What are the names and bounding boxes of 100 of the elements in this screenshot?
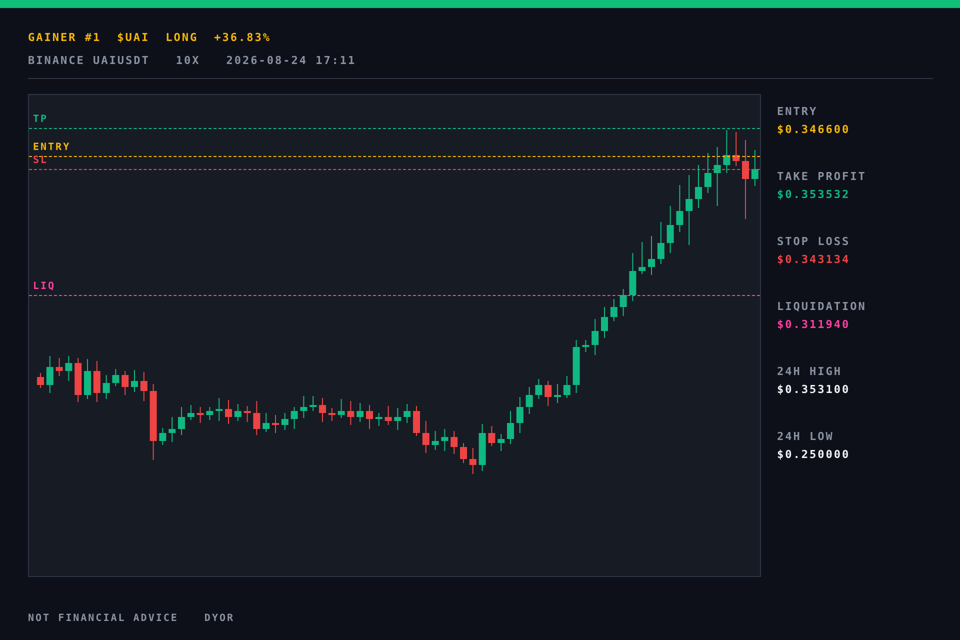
candlestick [84, 358, 91, 400]
headline-text: +36.83% [214, 30, 271, 46]
candlestick [37, 372, 44, 388]
candlestick [535, 378, 542, 400]
candlestick [657, 222, 664, 264]
candlestick [563, 376, 570, 398]
candlestick [281, 412, 288, 430]
candlestick [290, 406, 298, 430]
candlestick [544, 380, 552, 406]
candlestick [404, 404, 411, 424]
level-label: ENTRY [33, 143, 71, 153]
candlestick [93, 360, 100, 402]
candlestick [178, 406, 185, 436]
candlestick [450, 430, 458, 454]
candlestick [620, 288, 627, 316]
candlestick [384, 406, 392, 426]
stat-value: $0.250000 [777, 449, 852, 460]
candlestick [460, 442, 467, 464]
candlestick [413, 406, 420, 436]
subline-text: 10X [176, 52, 200, 68]
candlestick [422, 420, 430, 454]
stat-value: $0.346600 [777, 124, 852, 135]
subline-text: BINANCE UAIUSDT [28, 52, 150, 68]
candlestick [234, 404, 242, 422]
candlestick [610, 298, 618, 322]
level-label: SL [33, 156, 48, 166]
candlestick [159, 428, 166, 446]
candlestick [592, 318, 599, 356]
candlestick [216, 398, 223, 422]
candlestick [56, 358, 63, 376]
candlestick [526, 386, 533, 414]
candlestick [469, 448, 476, 474]
candlestick [122, 370, 129, 396]
candlestick [375, 412, 382, 426]
candlestick [244, 406, 251, 422]
candlestick [686, 174, 693, 246]
candlestick [498, 434, 505, 452]
candlestick [601, 306, 608, 338]
candlestick [666, 206, 674, 254]
candlestick [347, 400, 354, 426]
candlestick [554, 384, 561, 404]
candlestick [140, 372, 148, 402]
candlestick [629, 252, 636, 302]
footer-text: NOT FINANCIAL ADVICE [28, 612, 178, 626]
stat-label: LIQUIDATION [777, 301, 866, 312]
footer-text: DYOR [204, 612, 235, 626]
candlestick [695, 164, 702, 208]
candlestick [394, 408, 402, 430]
stat-value: $0.311940 [777, 319, 852, 330]
candlestick [262, 412, 270, 432]
candlestick [714, 146, 721, 206]
candlestick [751, 150, 758, 186]
candlestick [310, 396, 317, 412]
subline-text: 2026-08-24 17:11 [226, 52, 356, 68]
candlestick [131, 370, 138, 392]
candlestick [253, 400, 260, 436]
candlestick [338, 398, 345, 418]
candlestick [648, 236, 655, 276]
candlestick [206, 406, 214, 420]
headline-text: GAINER #1 [28, 30, 102, 46]
candlestick [168, 416, 176, 442]
candlestick [704, 152, 712, 194]
candlestick [272, 414, 279, 434]
headline-text: $UAI [117, 30, 150, 46]
candlestick [582, 340, 590, 352]
stat-value: $0.353532 [777, 189, 852, 200]
candlestick [638, 242, 646, 274]
candlestick [507, 410, 514, 444]
candlestick [732, 132, 740, 166]
candlestick [432, 430, 439, 450]
candlestick [366, 404, 373, 430]
candlestick [723, 130, 730, 174]
level-label: LIQ [33, 282, 56, 292]
level-label: TP [33, 115, 48, 125]
candlestick [196, 406, 204, 424]
candlestick [356, 402, 364, 422]
stat-label: 24H HIGH [777, 366, 843, 377]
candlestick [478, 424, 486, 472]
stat-value: $0.343134 [777, 254, 852, 265]
headline-text: LONG [166, 30, 198, 46]
stat-label: ENTRY [777, 106, 819, 117]
candlestick [516, 396, 524, 434]
candlestick [328, 408, 336, 422]
stat-label: 24H LOW [777, 431, 835, 442]
candlestick [46, 356, 54, 394]
stat-label: STOP LOSS [777, 236, 852, 247]
candlestick [441, 428, 448, 452]
candlestick [112, 368, 120, 386]
candlestick [676, 184, 684, 232]
candlestick [74, 358, 82, 402]
stat-label: TAKE PROFIT [777, 171, 866, 182]
candlestick [572, 340, 580, 394]
candlestick [300, 396, 308, 418]
candlestick [225, 400, 232, 424]
stat-value: $0.353100 [777, 384, 852, 395]
candlestick [488, 426, 496, 446]
candlestick [187, 404, 194, 420]
candlestick [319, 398, 326, 422]
candlestick [65, 356, 72, 382]
candlestick [102, 374, 110, 400]
